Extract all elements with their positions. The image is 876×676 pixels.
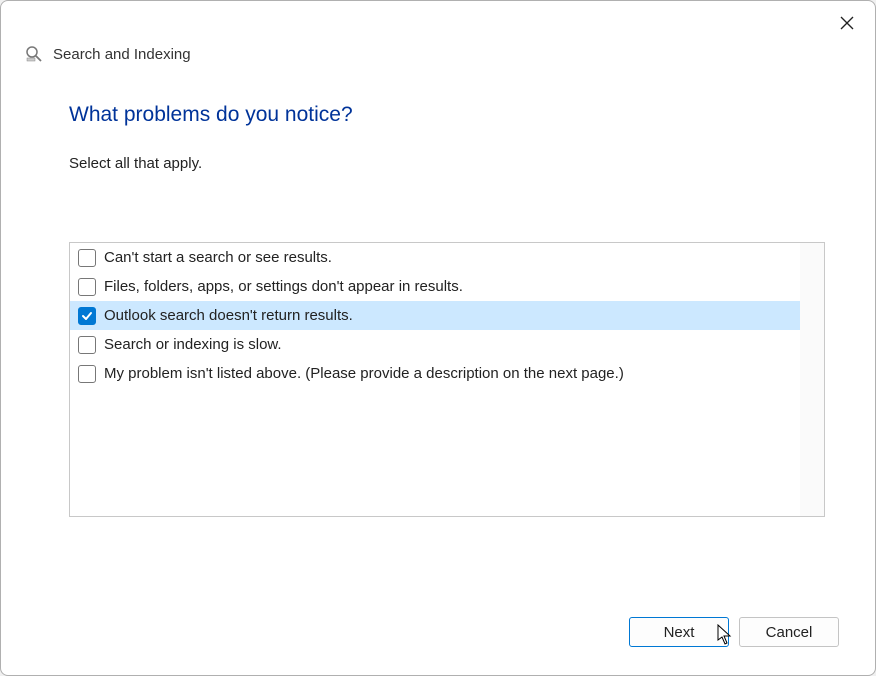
problem-option[interactable]: Can't start a search or see results. <box>70 243 800 272</box>
troubleshooter-window: Search and Indexing What problems do you… <box>0 0 876 676</box>
option-label: Files, folders, apps, or settings don't … <box>104 278 463 295</box>
footer: Next Cancel <box>1 617 875 675</box>
problem-option[interactable]: Search or indexing is slow. <box>70 330 800 359</box>
checkbox[interactable] <box>78 249 96 267</box>
problem-option[interactable]: My problem isn't listed above. (Please p… <box>70 359 800 388</box>
titlebar <box>1 1 875 45</box>
option-label: My problem isn't listed above. (Please p… <box>104 365 624 382</box>
option-label: Can't start a search or see results. <box>104 249 332 266</box>
checkbox[interactable] <box>78 307 96 325</box>
close-icon <box>840 16 854 30</box>
question-heading: What problems do you notice? <box>69 103 825 127</box>
checkmark-icon <box>81 310 93 322</box>
header-title: Search and Indexing <box>53 46 191 63</box>
problem-list: Can't start a search or see results. File… <box>69 242 825 517</box>
problem-option[interactable]: Outlook search doesn't return results. <box>70 301 800 330</box>
option-label: Outlook search doesn't return results. <box>104 307 353 324</box>
close-button[interactable] <box>835 11 859 35</box>
instruction-text: Select all that apply. <box>69 155 825 172</box>
checkbox[interactable] <box>78 365 96 383</box>
problem-list-inner: Can't start a search or see results. File… <box>70 243 824 516</box>
search-indexing-icon <box>25 45 43 63</box>
option-label: Search or indexing is slow. <box>104 336 282 353</box>
checkbox[interactable] <box>78 278 96 296</box>
problem-option[interactable]: Files, folders, apps, or settings don't … <box>70 272 800 301</box>
header: Search and Indexing <box>1 45 875 83</box>
scrollbar-track[interactable] <box>800 243 824 516</box>
checkbox[interactable] <box>78 336 96 354</box>
content: What problems do you notice? Select all … <box>1 83 875 617</box>
next-button[interactable]: Next <box>629 617 729 647</box>
cancel-button[interactable]: Cancel <box>739 617 839 647</box>
